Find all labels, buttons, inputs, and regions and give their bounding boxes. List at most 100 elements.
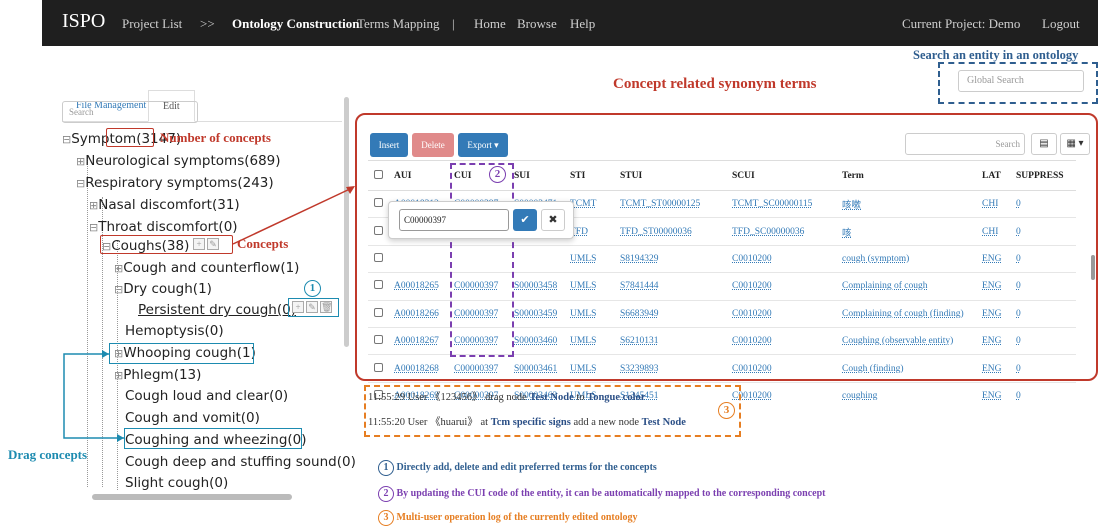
delete-button[interactable]: Delete — [412, 133, 454, 157]
suppress-cell[interactable]: 0 — [1010, 217, 1076, 246]
lat-cell[interactable]: ENG — [976, 244, 1010, 273]
table-row[interactable]: A00018268 C00000397 S00003461 UMLS S3239893 C… — [368, 354, 1076, 383]
log-text: User 《huarui》 at — [404, 417, 491, 428]
stui-cell[interactable]: TCMT_ST00000125 — [614, 189, 726, 218]
sti-cell[interactable]: UMLS — [564, 326, 614, 355]
table-search-input[interactable]: Search — [905, 133, 1025, 155]
lat-cell[interactable]: ENG — [976, 381, 1010, 410]
sti-cell[interactable]: UMLS — [564, 354, 614, 383]
aui-cell[interactable]: A00018266 — [388, 299, 448, 328]
term-cell[interactable]: 咳 — [836, 217, 976, 246]
confirm-button[interactable]: ✔ — [513, 209, 537, 231]
cui-edit-input[interactable]: C00000397 — [399, 209, 509, 231]
suppress-cell[interactable]: 0 — [1010, 354, 1076, 383]
lat-cell[interactable]: ENG — [976, 354, 1010, 383]
list-view-icon[interactable]: ▤ — [1031, 133, 1057, 155]
row-checkbox[interactable] — [368, 189, 388, 218]
col-term[interactable]: Term — [836, 160, 976, 191]
sui-cell[interactable]: S00003461 — [508, 354, 564, 383]
col-aui[interactable]: AUI — [388, 160, 448, 191]
sti-cell[interactable]: UMLS — [564, 244, 614, 273]
scui-cell[interactable]: C0010200 — [726, 272, 836, 301]
insert-button[interactable]: Insert — [370, 133, 408, 157]
scui-cell[interactable]: C0010200 — [726, 299, 836, 328]
row-checkbox[interactable] — [368, 299, 388, 328]
log-node: Test Node — [529, 392, 574, 403]
stui-cell[interactable]: S6683949 — [614, 299, 726, 328]
lat-cell[interactable]: ENG — [976, 326, 1010, 355]
row-checkbox[interactable] — [368, 244, 388, 273]
log-entry: 11:55:29 User 《123456》 drag node Test No… — [368, 389, 645, 404]
scui-cell[interactable]: C0010200 — [726, 244, 836, 273]
stui-cell[interactable]: S7841444 — [614, 272, 726, 301]
export-dropdown[interactable]: Export ▾ — [458, 133, 508, 157]
scui-cell[interactable]: C0010200 — [726, 326, 836, 355]
column-toggle-icon[interactable]: ▦ ▾ — [1060, 133, 1090, 155]
col-lat[interactable]: LAT — [976, 160, 1010, 191]
sui-cell[interactable]: S00003458 — [508, 272, 564, 301]
sui-cell[interactable] — [508, 244, 564, 273]
suppress-cell[interactable]: 0 — [1010, 381, 1076, 410]
log-target: Tongue color — [587, 392, 646, 403]
table-scrollbar[interactable] — [1091, 255, 1095, 280]
lat-cell[interactable]: ENG — [976, 272, 1010, 301]
log-node: Tcm specific signs — [490, 417, 571, 428]
cui-cell[interactable]: C00000397 — [448, 354, 508, 383]
cancel-button[interactable]: ✖ — [541, 209, 565, 231]
synonym-terms-annotation: Concept related synonym terms — [613, 76, 817, 92]
sti-cell[interactable]: UMLS — [564, 272, 614, 301]
suppress-cell[interactable]: 0 — [1010, 299, 1076, 328]
term-cell[interactable]: Coughing (observable entity) — [836, 326, 976, 355]
suppress-cell[interactable]: 0 — [1010, 189, 1076, 218]
stui-cell[interactable]: S3239893 — [614, 354, 726, 383]
lat-cell[interactable]: CHI — [976, 217, 1010, 246]
row-checkbox[interactable] — [368, 326, 388, 355]
scui-cell[interactable]: C0010200 — [726, 381, 836, 410]
col-sti[interactable]: STI — [564, 160, 614, 191]
scui-cell[interactable]: C0010200 — [726, 354, 836, 383]
annotation-circle-2: 2 — [489, 166, 506, 183]
suppress-cell[interactable]: 0 — [1010, 272, 1076, 301]
scui-cell[interactable]: TCMT_SC00000115 — [726, 189, 836, 218]
col-scui[interactable]: SCUI — [726, 160, 836, 191]
log-time: 11:55:29 — [368, 392, 405, 403]
aui-cell[interactable]: A00018267 — [388, 326, 448, 355]
log-target: Test Node — [641, 417, 686, 428]
term-cell[interactable]: Cough (finding) — [836, 354, 976, 383]
cui-edit-popup: C00000397 ✔ ✖ — [388, 201, 574, 239]
lat-cell[interactable]: CHI — [976, 189, 1010, 218]
legend-item-3: 3 Multi-user operation log of the curren… — [378, 510, 638, 526]
aui-cell[interactable] — [388, 244, 448, 273]
sti-cell[interactable]: UMLS — [564, 299, 614, 328]
log-time: 11:55:20 — [368, 417, 405, 428]
scui-cell[interactable]: TFD_SC00000036 — [726, 217, 836, 246]
term-cell[interactable]: Complaining of cough — [836, 272, 976, 301]
row-checkbox[interactable] — [368, 217, 388, 246]
term-cell[interactable]: 咳嗽 — [836, 189, 976, 218]
stui-cell[interactable]: S6210131 — [614, 326, 726, 355]
col-stui[interactable]: STUI — [614, 160, 726, 191]
term-cell[interactable]: cough (symptom) — [836, 244, 976, 273]
cui-column-highlight — [450, 163, 514, 357]
col-suppress[interactable]: SUPPRESS — [1010, 160, 1076, 191]
lat-cell[interactable]: ENG — [976, 299, 1010, 328]
log-text: to — [573, 392, 588, 403]
legend-text-2: By updating the CUI code of the entity, … — [396, 488, 826, 499]
row-checkbox[interactable] — [368, 272, 388, 301]
row-checkbox[interactable] — [368, 354, 388, 383]
select-all-checkbox[interactable] — [368, 160, 388, 191]
term-cell[interactable]: coughing — [836, 381, 976, 410]
col-sui[interactable]: SUI — [508, 160, 564, 191]
aui-cell[interactable]: A00018268 — [388, 354, 448, 383]
term-cell[interactable]: Complaining of cough (finding) — [836, 299, 976, 328]
stui-cell[interactable]: S8194329 — [614, 244, 726, 273]
sui-cell[interactable]: S00003460 — [508, 326, 564, 355]
log-text: add a new node — [570, 417, 642, 428]
stui-cell[interactable]: TFD_ST00000036 — [614, 217, 726, 246]
suppress-cell[interactable]: 0 — [1010, 244, 1076, 273]
sui-cell[interactable]: S00003459 — [508, 299, 564, 328]
suppress-cell[interactable]: 0 — [1010, 326, 1076, 355]
legend-item-1: 1 Directly add, delete and edit preferre… — [378, 460, 657, 476]
legend-text-1: Directly add, delete and edit preferred … — [396, 462, 657, 473]
aui-cell[interactable]: A00018265 — [388, 272, 448, 301]
